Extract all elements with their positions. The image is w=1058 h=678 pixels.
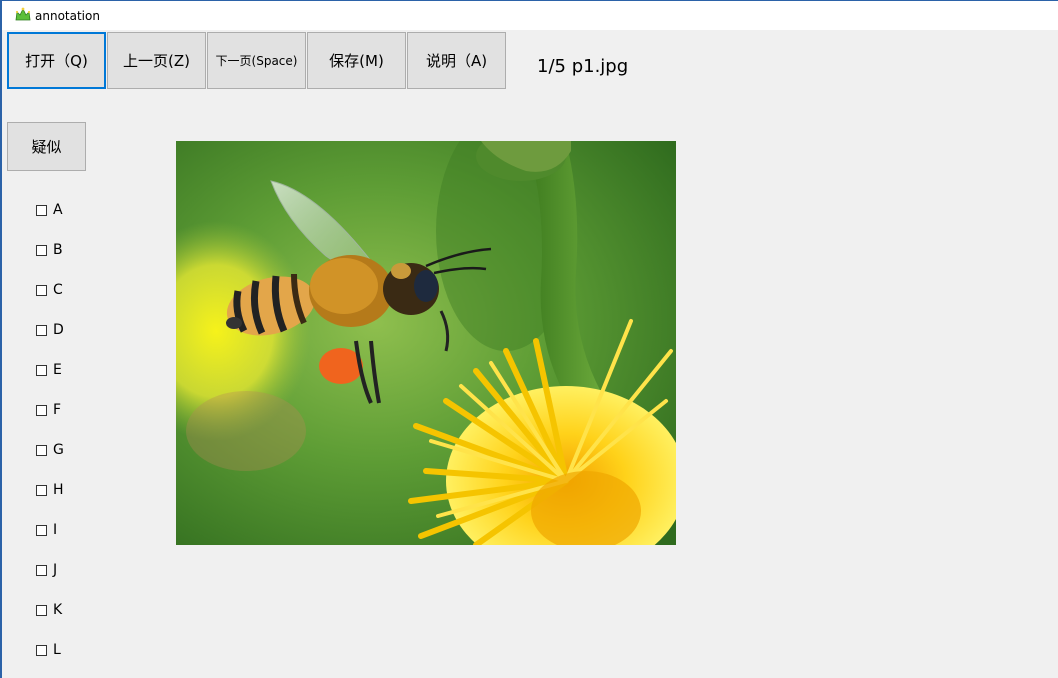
checkbox-e[interactable]: E: [36, 361, 62, 379]
checkbox-c[interactable]: C: [36, 281, 63, 299]
checkbox-box[interactable]: [36, 204, 47, 216]
checkbox-box[interactable]: [36, 244, 47, 256]
checkbox-i[interactable]: I: [36, 521, 57, 539]
help-button[interactable]: 说明（A): [407, 32, 506, 89]
checkbox-label: L: [53, 642, 61, 658]
checkbox-label: A: [53, 202, 63, 218]
window-title: annotation: [35, 9, 100, 23]
next-page-button[interactable]: 下一页(Space): [207, 32, 306, 89]
checkbox-box[interactable]: [36, 644, 47, 656]
checkbox-label: K: [53, 602, 63, 618]
save-button[interactable]: 保存(M): [307, 32, 406, 89]
checkbox-label: I: [53, 522, 58, 538]
checkbox-g[interactable]: G: [36, 441, 64, 459]
checkbox-box[interactable]: [36, 604, 47, 616]
checkbox-label: F: [53, 402, 62, 418]
checkbox-d[interactable]: D: [36, 321, 64, 339]
window-border-left: [0, 0, 2, 678]
checkbox-f[interactable]: F: [36, 401, 61, 419]
checkbox-box[interactable]: [36, 564, 47, 576]
checkbox-k[interactable]: K: [36, 601, 62, 619]
checkbox-h[interactable]: H: [36, 481, 64, 499]
checkbox-label: E: [53, 362, 62, 378]
checkbox-box[interactable]: [36, 284, 47, 296]
checkbox-label: J: [53, 562, 58, 578]
prev-page-button[interactable]: 上一页(Z): [107, 32, 206, 89]
checkbox-box[interactable]: [36, 484, 47, 496]
open-button[interactable]: 打开（Q): [7, 32, 106, 89]
title-bar[interactable]: annotation: [2, 1, 1058, 30]
checkbox-j[interactable]: J: [36, 561, 57, 579]
annotation-image: [176, 141, 676, 545]
checkbox-label: H: [53, 482, 64, 498]
checkbox-box[interactable]: [36, 444, 47, 456]
checkbox-b[interactable]: B: [36, 241, 63, 259]
checkbox-l[interactable]: L: [36, 641, 61, 659]
checkbox-label: G: [53, 442, 64, 458]
checkbox-box[interactable]: [36, 324, 47, 336]
checkbox-label: C: [53, 282, 63, 298]
app-window: annotation 打开（Q) 上一页(Z) 下一页(Space) 保存(M)…: [0, 0, 1058, 678]
checkbox-label: D: [53, 322, 64, 338]
app-crown-icon: [15, 7, 31, 21]
bee-on-flower-photo: [176, 141, 676, 545]
page-indicator: 1/5 p1.jpg: [537, 56, 629, 77]
checkbox-label: B: [53, 242, 63, 258]
suspect-button[interactable]: 疑似: [7, 122, 86, 171]
checkbox-box[interactable]: [36, 364, 47, 376]
checkbox-box[interactable]: [36, 524, 47, 536]
checkbox-a[interactable]: A: [36, 201, 63, 219]
checkbox-box[interactable]: [36, 404, 47, 416]
